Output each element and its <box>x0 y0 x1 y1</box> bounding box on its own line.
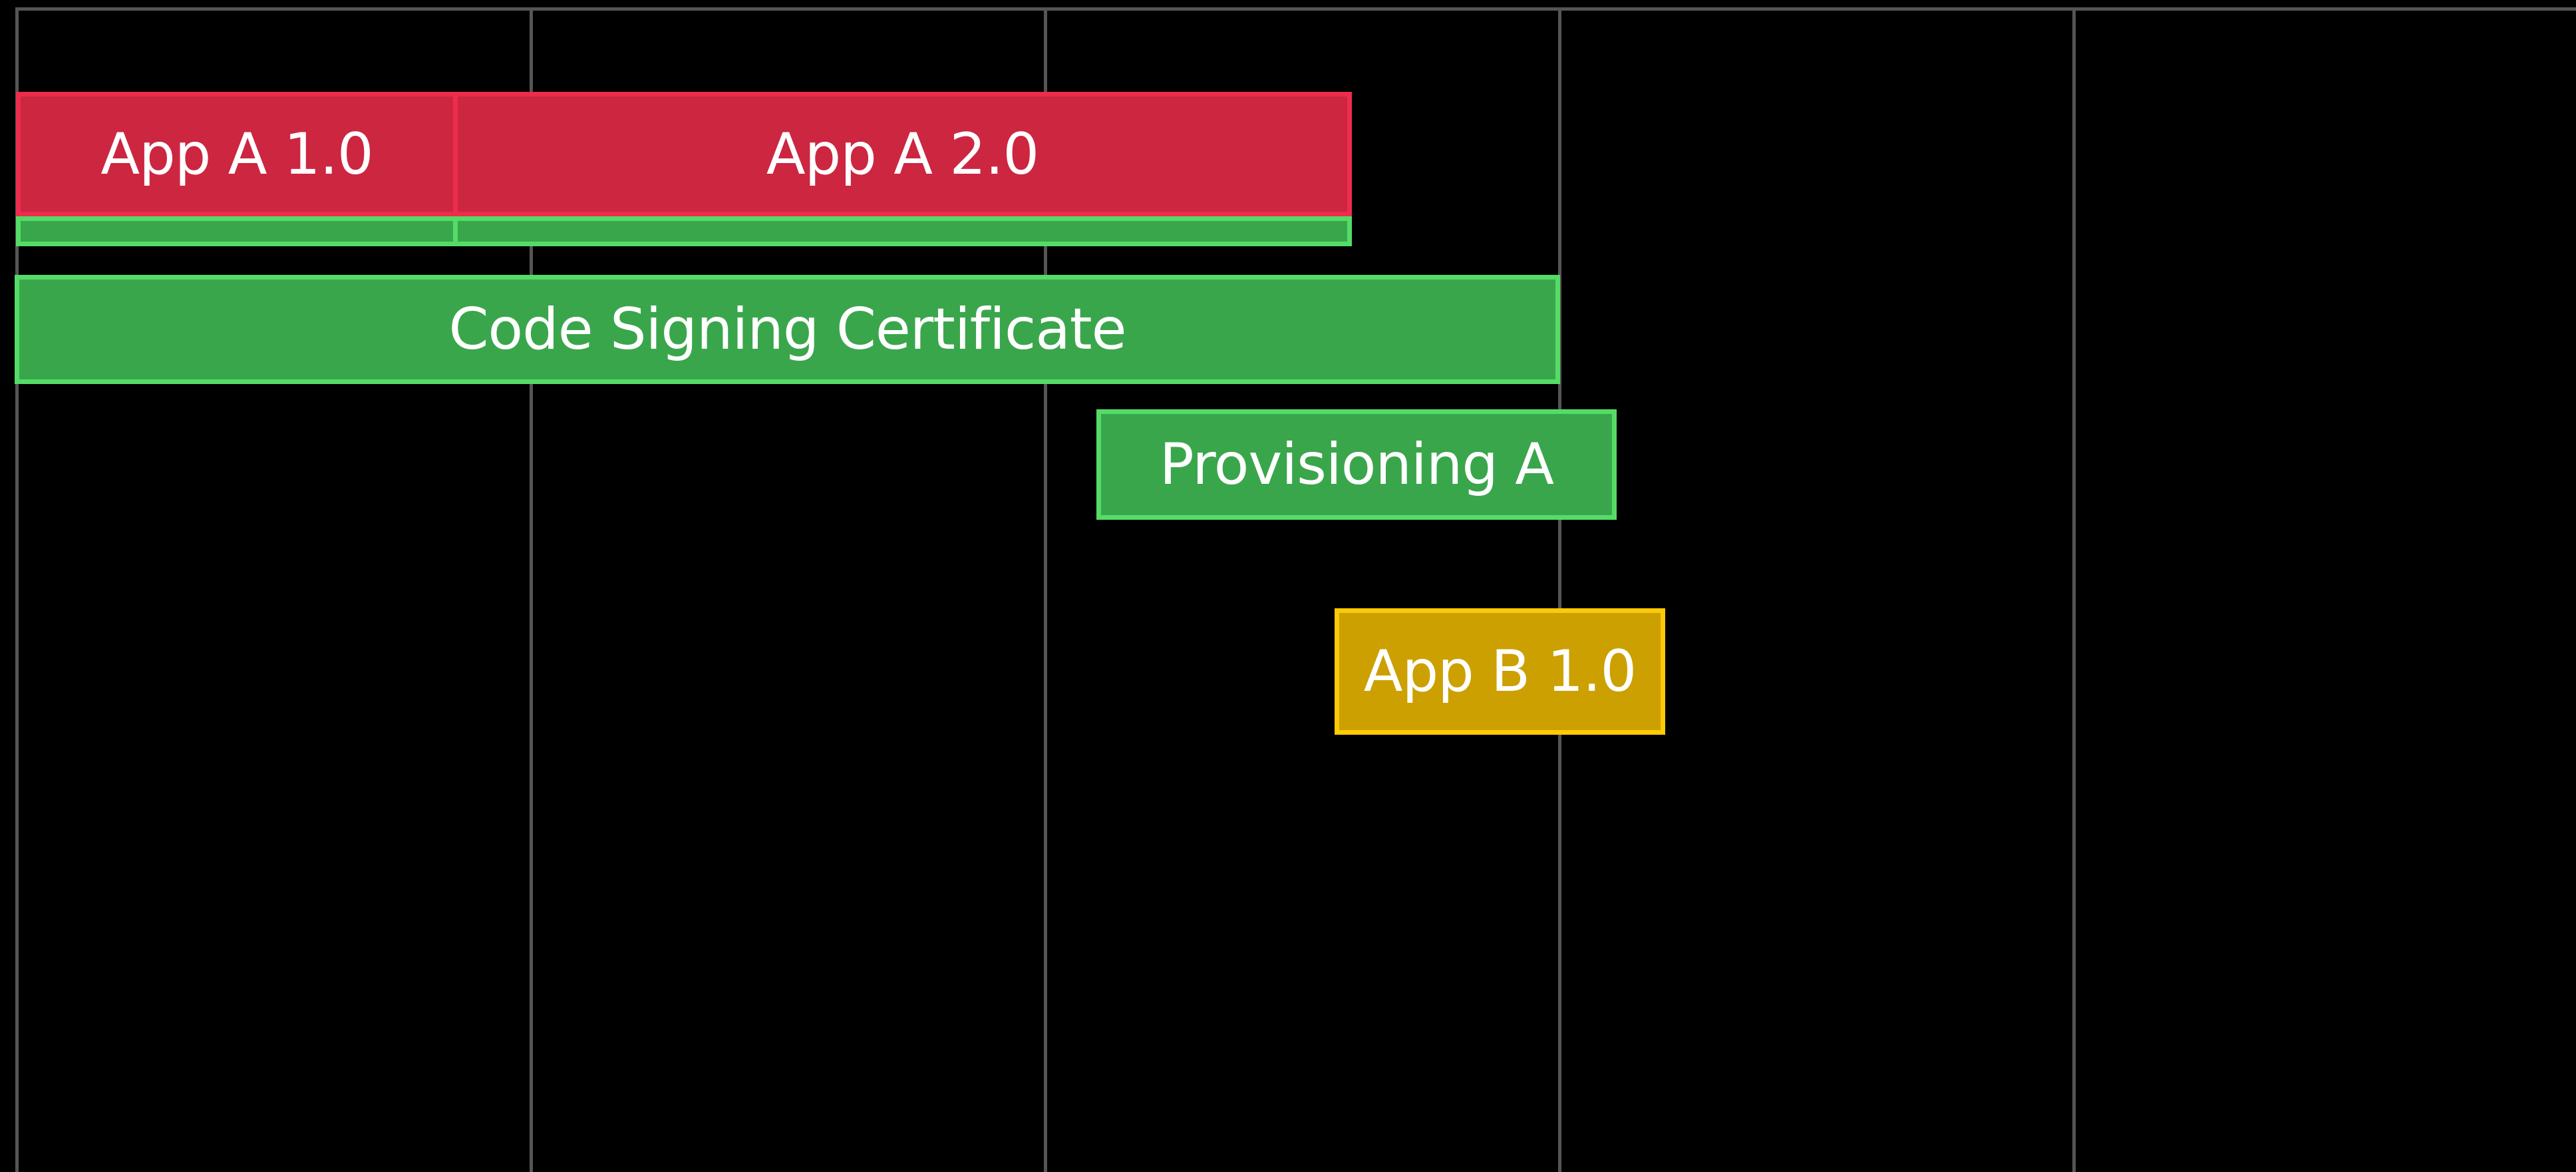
timeline-diagram: App A 1.0 App A 2.0 Code Signing Certifi… <box>0 0 2576 1172</box>
app-b-1-label: App B 1.0 <box>1363 638 1637 705</box>
grid-line <box>2072 7 2076 1172</box>
provisioning-a-label: Provisioning A <box>1159 431 1554 498</box>
timeline-top-rule <box>17 7 2576 11</box>
provisioning-a-bar: Provisioning A <box>1096 409 1617 520</box>
app-a-1-label: App A 1.0 <box>100 120 373 188</box>
app-a-1-signature-strip <box>16 216 458 246</box>
app-a-2-label: App A 2.0 <box>766 120 1039 188</box>
app-a-2-signature-strip <box>453 216 1352 246</box>
grid-line <box>1558 7 1561 1172</box>
code-signing-certificate-label: Code Signing Certificate <box>448 296 1126 363</box>
app-b-1-bar: App B 1.0 <box>1335 608 1665 735</box>
app-a-2-bar: App A 2.0 <box>453 92 1352 216</box>
app-a-1-bar: App A 1.0 <box>16 92 458 216</box>
code-signing-certificate-bar: Code Signing Certificate <box>15 275 1560 384</box>
